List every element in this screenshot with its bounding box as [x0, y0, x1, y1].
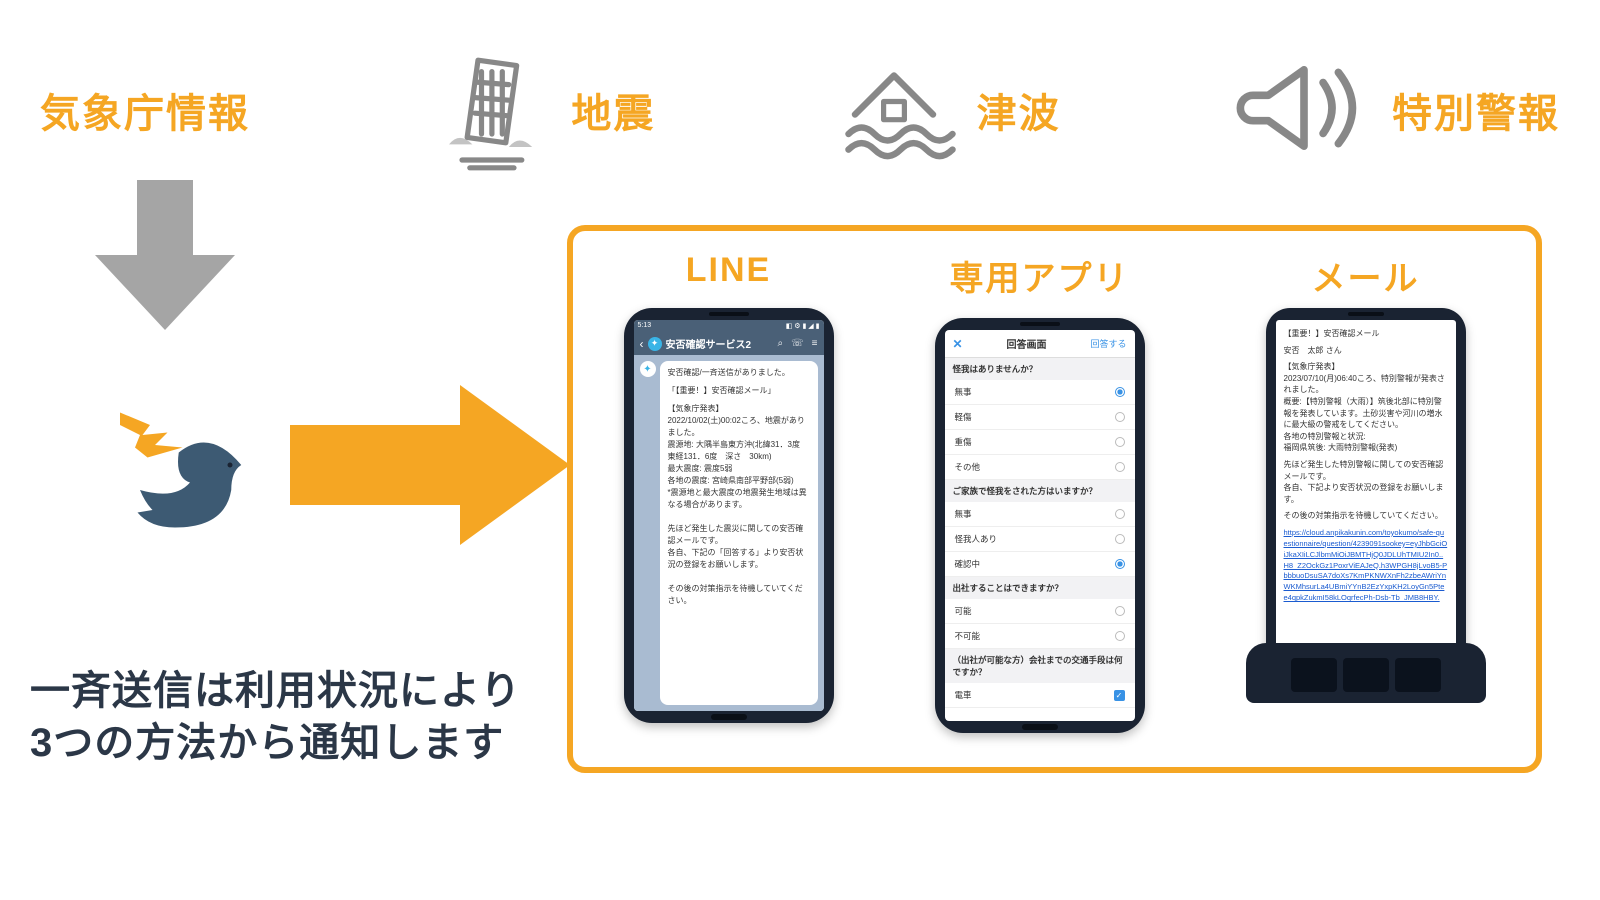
bottom-caption: 一斉送信は利用状況により 3つの方法から通知します — [30, 665, 521, 769]
line-status-bar: 5:13 ◧ ⚙ ▮ ◢ ▮ — [634, 320, 824, 332]
radio-icon — [1115, 412, 1125, 422]
avatar-icon: ✦ — [640, 361, 656, 377]
line-msg-body: 【気象庁発表】 2022/10/02(土)00:02ころ、地震がありました。 震… — [668, 403, 810, 607]
app-q2-opt0[interactable]: 無事 — [945, 502, 1135, 527]
app-q3-opt0[interactable]: 可能 — [945, 599, 1135, 624]
mail-body2: 先ほど発生した特別警報に関しての安否確認メールです。 各自、下記より安否状況の登… — [1284, 459, 1448, 505]
app-nav: ✕ 回答画面 回答する — [945, 330, 1135, 358]
app-q3-opt1[interactable]: 不可能 — [945, 624, 1135, 649]
line-chat-body: ✦ 安否確認/一斉送信がありました。 「【重要！】安否確認メール」 【気象庁発表… — [634, 355, 824, 711]
tsunami-item: 津波 — [829, 43, 1061, 178]
app-phone-mock: ✕ 回答画面 回答する 怪我はありませんか？ 無事 軽傷 重傷 その他 ご家族で… — [935, 318, 1145, 733]
tsunami-icon — [829, 43, 959, 178]
earthquake-label: 地震 — [571, 81, 655, 139]
menu-icon[interactable]: ≡ — [812, 338, 818, 349]
radio-icon — [1115, 534, 1125, 544]
jma-label: 気象庁情報 — [40, 81, 250, 139]
app-q2-opt2[interactable]: 確認中 — [945, 552, 1135, 577]
col-line: LINE 5:13 ◧ ⚙ ▮ ◢ ▮ ‹ ✦ 安否確認サービス2 ⌕ ☏ ≡ … — [624, 251, 834, 723]
line-status-icons: ◧ ⚙ ▮ ◢ ▮ — [786, 322, 820, 330]
radio-icon — [1115, 462, 1125, 472]
down-arrow-icon — [95, 180, 235, 335]
radio-icon — [1115, 631, 1125, 641]
app-q3: 出社することはできますか？ — [945, 577, 1135, 599]
app-q4: （出社が可能な方）会社までの交通手段は何ですか？ — [945, 649, 1135, 683]
app-q1-opt0[interactable]: 無事 — [945, 380, 1135, 405]
bottom-caption-line1: 一斉送信は利用状況により — [30, 665, 521, 717]
right-arrow-icon — [290, 385, 570, 550]
mail-link[interactable]: https://cloud.anpikakunin.com/toyokumo/s… — [1284, 528, 1448, 604]
app-nav-action[interactable]: 回答する — [1090, 337, 1126, 350]
app-q1: 怪我はありませんか？ — [945, 358, 1135, 380]
line-msg-title: 「【重要！】安否確認メール」 — [668, 385, 810, 397]
earthquake-icon — [423, 43, 553, 178]
megaphone-icon — [1234, 43, 1374, 178]
radio-icon — [1115, 559, 1125, 569]
search-icon[interactable]: ⌕ — [778, 338, 784, 349]
jma-info: 気象庁情報 — [40, 81, 250, 139]
line-nav-title: 安否確認サービス2 — [666, 336, 770, 351]
app-q2-opt1[interactable]: 怪我人あり — [945, 527, 1135, 552]
mail-subject: 【重要！】安否確認メール — [1284, 328, 1448, 340]
app-nav-title: 回答画面 — [963, 336, 1091, 351]
call-icon[interactable]: ☏ — [791, 338, 804, 349]
mail-name: 安否 太郎 さん — [1284, 345, 1448, 357]
line-phone-mock: 5:13 ◧ ⚙ ▮ ◢ ▮ ‹ ✦ 安否確認サービス2 ⌕ ☏ ≡ ✦ 安否確… — [624, 308, 834, 723]
globe-icon: ✦ — [648, 337, 662, 351]
mail-phone-mock: 【重要！】安否確認メール 安否 太郎 さん 【気象庁発表】 2023/07/10… — [1246, 308, 1486, 748]
mail-body1: 【気象庁発表】 2023/07/10(月)06:40ころ、特別警報が発表されまし… — [1284, 361, 1448, 454]
top-info-row: 気象庁情報 地震 津波 — [40, 30, 1560, 190]
col-line-label: LINE — [686, 251, 771, 290]
special-label: 特別警報 — [1392, 81, 1560, 139]
app-q1-opt2[interactable]: 重傷 — [945, 430, 1135, 455]
tsunami-label: 津波 — [977, 81, 1061, 139]
earthquake-item: 地震 — [423, 43, 655, 178]
line-nav: ‹ ✦ 安否確認サービス2 ⌕ ☏ ≡ — [634, 332, 824, 355]
app-q2: ご家族で怪我をされた方はいますか？ — [945, 480, 1135, 502]
radio-icon — [1115, 387, 1125, 397]
dove-icon — [110, 390, 260, 545]
col-app: 専用アプリ ✕ 回答画面 回答する 怪我はありませんか？ 無事 軽傷 重傷 その… — [935, 251, 1145, 733]
col-app-label: 専用アプリ — [950, 251, 1130, 300]
line-msg-head: 安否確認/一斉送信がありました。 — [668, 367, 810, 379]
radio-icon — [1115, 606, 1125, 616]
radio-icon — [1115, 437, 1125, 447]
app-q4-opt0[interactable]: 電車✓ — [945, 683, 1135, 708]
back-icon[interactable]: ‹ — [640, 337, 644, 351]
special-warning-item: 特別警報 — [1234, 43, 1560, 178]
bottom-caption-line2: 3つの方法から通知します — [30, 717, 521, 769]
col-mail-label: メール — [1312, 251, 1420, 300]
line-status-time: 5:13 — [638, 322, 652, 330]
mail-body3: その後の対策指示を待機していてください。 — [1284, 510, 1448, 522]
delivery-methods-box: LINE 5:13 ◧ ⚙ ▮ ◢ ▮ ‹ ✦ 安否確認サービス2 ⌕ ☏ ≡ … — [567, 225, 1542, 773]
radio-icon — [1115, 509, 1125, 519]
app-q1-opt1[interactable]: 軽傷 — [945, 405, 1135, 430]
close-icon[interactable]: ✕ — [953, 337, 963, 351]
check-icon: ✓ — [1114, 690, 1125, 701]
col-mail: メール 【重要！】安否確認メール 安否 太郎 さん 【気象庁発表】 2023/0… — [1246, 251, 1486, 748]
app-q1-opt3[interactable]: その他 — [945, 455, 1135, 480]
line-message-bubble: 安否確認/一斉送信がありました。 「【重要！】安否確認メール」 【気象庁発表】 … — [660, 361, 818, 705]
mail-screen: 【重要！】安否確認メール 安否 太郎 さん 【気象庁発表】 2023/07/10… — [1276, 320, 1456, 658]
